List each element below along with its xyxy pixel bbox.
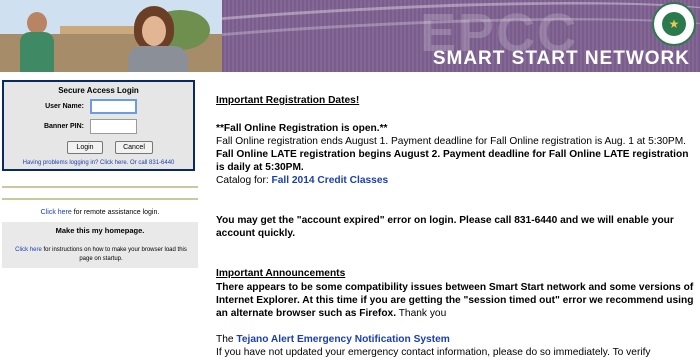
site-title: SMART START NETWORK — [432, 48, 690, 69]
announcement-thanks: Thank you — [396, 308, 447, 319]
user-name-label: User Name: — [45, 103, 84, 110]
header-banner: EPCC SMART START NETWORK ★ — [0, 0, 700, 72]
login-title: Secure Access Login — [58, 86, 139, 95]
account-expired-notice: You may get the "account expired" error … — [216, 215, 674, 239]
epcc-seal-logo: ★ — [652, 2, 696, 46]
secure-login-panel: Secure Access Login User Name: Banner PI… — [2, 80, 195, 171]
banner-pin-input[interactable] — [90, 119, 137, 134]
late-registration-text: Fall Online LATE registration begins Aug… — [216, 149, 689, 173]
student-photo-female — [128, 6, 188, 72]
tejano-alert-link[interactable]: Tejano Alert Emergency Notification Syst… — [236, 334, 449, 345]
student-photo-male — [20, 12, 54, 72]
fall-open-notice: **Fall Online Registration is open.** — [216, 123, 388, 134]
tejano-prefix: The — [216, 334, 237, 345]
catalog-prefix: Catalog for: — [216, 175, 272, 186]
remote-assistance-link[interactable]: Click here — [41, 209, 72, 216]
catalog-link[interactable]: Fall 2014 Credit Classes — [272, 175, 389, 186]
tejano-alert-section: The Tejano Alert Emergency Notification … — [216, 333, 694, 359]
divider — [2, 198, 198, 200]
header-photo — [0, 0, 222, 72]
tejano-text: If you have not updated your emergency c… — [216, 347, 651, 358]
announcement-body: There appears to be some compatibility i… — [216, 281, 694, 320]
registration-heading: Important Registration Dates! — [216, 95, 360, 106]
announcements-heading: Important Announcements — [216, 268, 346, 279]
registration-info: **Fall Online Registration is open.** Fa… — [216, 122, 694, 187]
remote-assistance-line: Click here for remote assistance login. — [2, 209, 198, 216]
homepage-instructions-link[interactable]: Click here — [15, 247, 42, 253]
remote-assistance-text: for remote assistance login. — [71, 209, 160, 216]
login-help-link[interactable]: Having problems logging in? Click here. … — [4, 160, 193, 166]
catalog-line: Catalog for: Fall 2014 Credit Classes — [216, 174, 694, 187]
homepage-instructions-text: for instructions on how to make your bro… — [41, 247, 187, 262]
homepage-instructions: Click here for instructions on how to ma… — [8, 246, 194, 264]
banner-pin-label: Banner PIN: — [43, 123, 84, 130]
user-name-input[interactable] — [90, 99, 137, 114]
login-button[interactable]: Login — [67, 141, 103, 154]
homepage-panel: Make this my homepage. Click here for in… — [2, 222, 198, 268]
divider — [2, 186, 198, 188]
cancel-button[interactable]: Cancel — [115, 141, 153, 154]
fall-ends-text: Fall Online registration ends August 1. … — [216, 136, 687, 147]
compatibility-notice: There appears to be some compatibility i… — [216, 282, 694, 319]
tejano-line: The Tejano Alert Emergency Notification … — [216, 333, 694, 346]
homepage-title: Make this my homepage. — [55, 226, 145, 235]
